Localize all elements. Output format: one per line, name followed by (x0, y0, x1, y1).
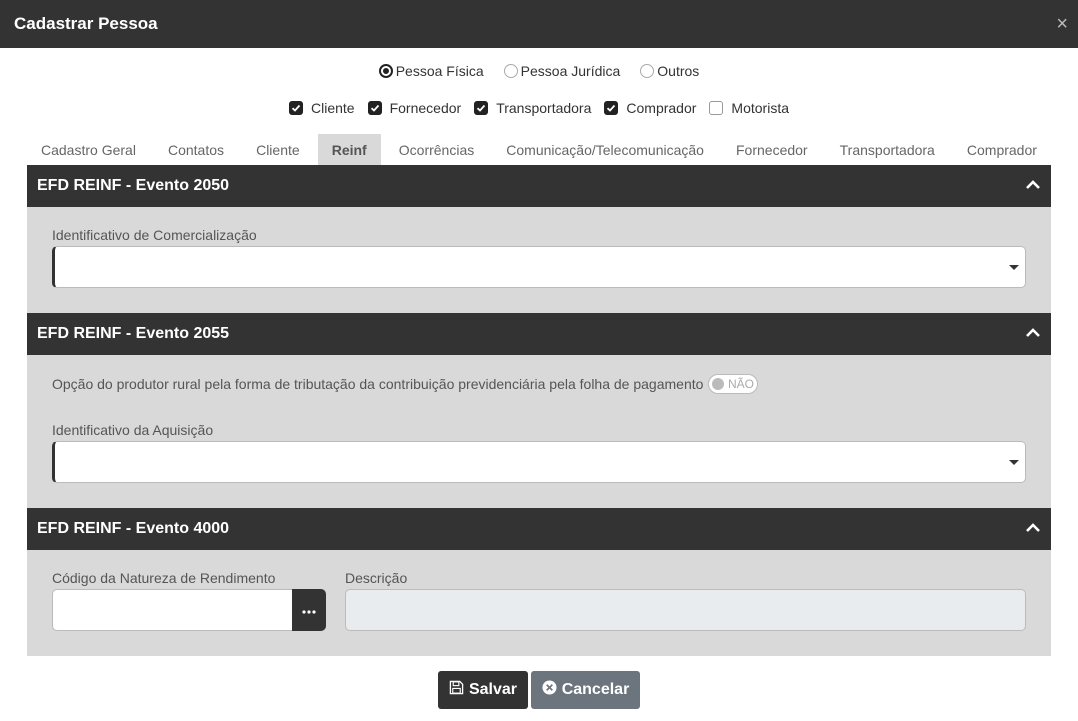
natureza-rendimento-input[interactable] (52, 589, 293, 631)
checkbox-checked-icon[interactable] (474, 101, 489, 115)
section-header-4000[interactable]: EFD REINF - Evento 4000 (27, 508, 1051, 550)
section-title: EFD REINF - Evento 2055 (37, 325, 230, 342)
close-icon[interactable]: × (1056, 14, 1068, 34)
radio-pessoa-juridica[interactable]: Pessoa Jurídica (503, 63, 621, 79)
cancel-label: Cancelar (561, 681, 630, 698)
tab-comunicacao[interactable]: Comunicação/Telecomunicação (492, 134, 718, 165)
chevron-up-icon[interactable] (1025, 325, 1041, 343)
checkbox-checked-icon[interactable] (604, 101, 619, 115)
tab-comprador[interactable]: Comprador (953, 134, 1051, 165)
checkbox-label: Cliente (311, 100, 355, 116)
section-body-2055: Opção do produtor rural pela forma de tr… (27, 355, 1051, 508)
toggle-knob (712, 378, 724, 390)
checkbox-cliente[interactable]: Cliente (289, 100, 355, 116)
radio-outros[interactable]: Outros (640, 63, 699, 79)
tab-contatos[interactable]: Contatos (154, 134, 238, 165)
cancel-button[interactable]: Cancelar (531, 671, 640, 709)
chevron-up-icon[interactable] (1025, 520, 1041, 538)
tab-ocorrencias[interactable]: Ocorrências (385, 134, 488, 165)
radio-empty-icon[interactable] (503, 64, 518, 78)
section-header-2055[interactable]: EFD REINF - Evento 2055 (27, 313, 1051, 355)
tab-bar: Cadastro Geral Contatos Cliente Reinf Oc… (27, 134, 1051, 165)
checkbox-transportadora[interactable]: Transportadora (474, 100, 591, 116)
section-body-2050: Identificativo de Comercialização (27, 207, 1051, 313)
tab-cliente[interactable]: Cliente (242, 134, 314, 165)
checkbox-fornecedor[interactable]: Fornecedor (367, 100, 462, 116)
radio-empty-icon[interactable] (640, 64, 655, 78)
radio-pessoa-fisica[interactable]: Pessoa Física (378, 63, 484, 79)
section-title: EFD REINF - Evento 4000 (37, 520, 230, 537)
save-label: Salvar (468, 681, 518, 698)
checkbox-checked-icon[interactable] (367, 101, 382, 115)
tab-reinf[interactable]: Reinf (317, 134, 381, 165)
caret-down-icon (1009, 460, 1019, 465)
field-label: Identificativo de Comercialização (52, 227, 257, 243)
produtor-rural-option-text: Opção do produtor rural pela forma de tr… (52, 376, 704, 392)
save-icon (449, 680, 464, 700)
checkbox-motorista[interactable]: Motorista (709, 100, 789, 116)
person-type-group: Pessoa Física Pessoa Jurídica Outros (0, 63, 1078, 79)
ellipsis-icon (302, 601, 316, 619)
dialog-title: Cadastrar Pessoa (14, 14, 158, 33)
radio-label: Pessoa Jurídica (520, 63, 621, 79)
save-button[interactable]: Salvar (438, 671, 528, 709)
tab-transportadora[interactable]: Transportadora (826, 134, 949, 165)
field-label: Código da Natureza de Rendimento (52, 570, 276, 586)
checkbox-empty-icon[interactable] (709, 101, 724, 115)
identificativo-comercializacao-select[interactable] (52, 246, 1026, 288)
radio-label: Pessoa Física (395, 63, 484, 79)
section-title: EFD REINF - Evento 2050 (37, 177, 230, 194)
lookup-button[interactable] (292, 589, 326, 631)
chevron-up-icon[interactable] (1025, 177, 1041, 195)
field-label: Descrição (345, 570, 408, 586)
tab-cadastro-geral[interactable]: Cadastro Geral (27, 134, 150, 165)
descricao-input (345, 589, 1026, 631)
radio-selected-icon[interactable] (378, 64, 393, 78)
tab-fornecedor[interactable]: Fornecedor (722, 134, 822, 165)
checkbox-label: Transportadora (496, 100, 592, 116)
cancel-circle-icon (542, 680, 557, 700)
roles-group: Cliente Fornecedor Transportadora Compra… (0, 100, 1078, 116)
produtor-rural-toggle[interactable]: NÃO (708, 374, 758, 394)
checkbox-label: Fornecedor (389, 100, 462, 116)
checkbox-comprador[interactable]: Comprador (604, 100, 696, 116)
checkbox-label: Comprador (626, 100, 697, 116)
dialog-titlebar: Cadastrar Pessoa × (0, 0, 1078, 48)
checkbox-checked-icon[interactable] (289, 101, 303, 115)
checkbox-label: Motorista (731, 100, 789, 116)
field-label: Identificativo da Aquisição (52, 422, 214, 438)
section-body-4000: Código da Natureza de Rendimento Descriç… (27, 550, 1051, 656)
section-header-2050[interactable]: EFD REINF - Evento 2050 (27, 165, 1051, 207)
radio-label: Outros (657, 63, 700, 79)
identificativo-aquisicao-select[interactable] (52, 441, 1026, 483)
cadastrar-pessoa-dialog: Cadastrar Pessoa × Pessoa Física Pessoa … (0, 0, 1078, 721)
toggle-label: NÃO (727, 377, 754, 391)
caret-down-icon (1009, 265, 1019, 270)
